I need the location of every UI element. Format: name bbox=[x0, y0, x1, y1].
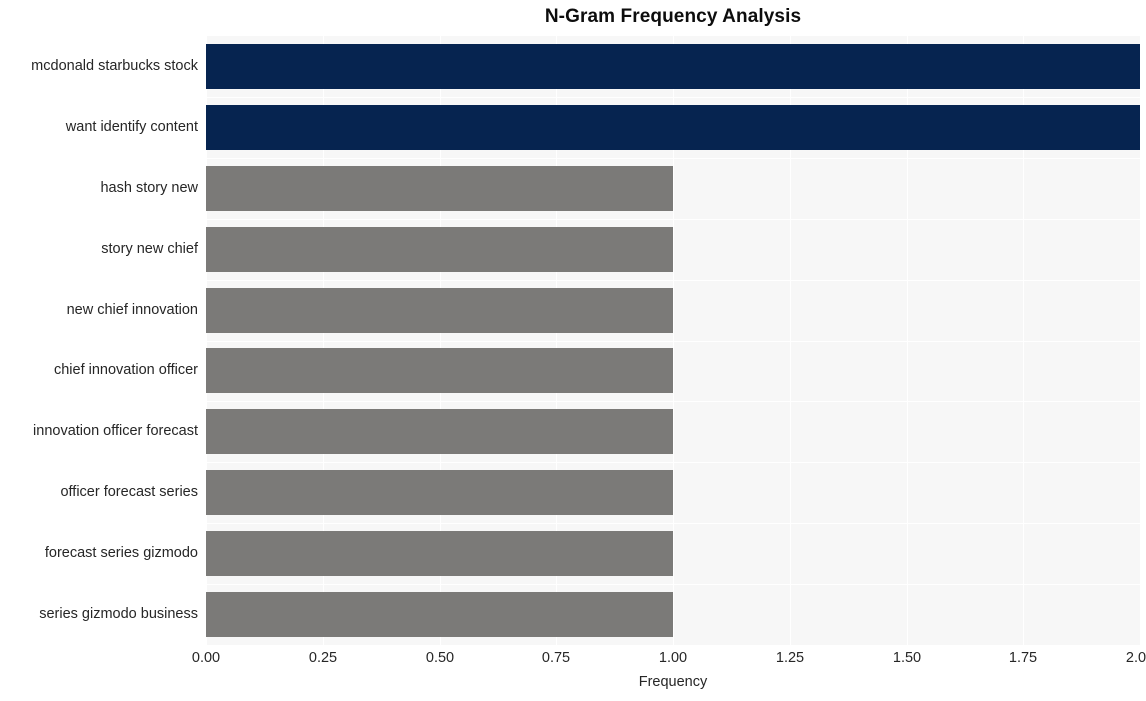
chart-figure: N-Gram Frequency Analysis mcdonald starb… bbox=[0, 0, 1146, 701]
x-axis-tick-label: 0.00 bbox=[191, 650, 221, 666]
bar bbox=[206, 105, 1140, 150]
plot-area bbox=[206, 36, 1140, 645]
gridline-y bbox=[206, 341, 1140, 342]
x-axis-tick-label: 1.00 bbox=[658, 650, 688, 666]
gridline-y bbox=[206, 462, 1140, 463]
y-axis-tick-label: forecast series gizmodo bbox=[44, 545, 198, 561]
bar bbox=[206, 348, 673, 393]
x-axis-tick-label: 0.50 bbox=[425, 650, 455, 666]
chart-title: N-Gram Frequency Analysis bbox=[544, 6, 802, 27]
bar bbox=[206, 531, 673, 576]
x-axis-tick-label: 1.75 bbox=[1008, 650, 1038, 666]
gridline-y bbox=[206, 158, 1140, 159]
x-axis-tick-label: 2.00 bbox=[1125, 650, 1146, 666]
gridline-y bbox=[206, 280, 1140, 281]
gridline-y bbox=[206, 97, 1140, 98]
x-axis-label: Frequency bbox=[638, 674, 708, 690]
y-axis-tick-label: innovation officer forecast bbox=[33, 423, 198, 439]
y-axis-tick-label: story new chief bbox=[101, 241, 198, 257]
y-axis-tick-label: want identify content bbox=[65, 119, 198, 135]
gridline-y bbox=[206, 584, 1140, 585]
x-axis-tick-label: 1.50 bbox=[892, 650, 922, 666]
bar bbox=[206, 470, 673, 515]
y-axis-tick-label: officer forecast series bbox=[60, 484, 198, 500]
gridline-y bbox=[206, 523, 1140, 524]
y-axis-tick-label: mcdonald starbucks stock bbox=[31, 58, 198, 74]
y-axis-tick-label: chief innovation officer bbox=[53, 362, 198, 378]
bar bbox=[206, 227, 673, 272]
x-axis-tick-label: 1.25 bbox=[775, 650, 805, 666]
y-axis-tick-label: new chief innovation bbox=[66, 302, 198, 318]
bar bbox=[206, 166, 673, 211]
y-axis-tick-label: hash story new bbox=[100, 180, 198, 196]
gridline-y bbox=[206, 219, 1140, 220]
x-axis-tick-label: 0.25 bbox=[308, 650, 338, 666]
bar bbox=[206, 592, 673, 637]
bar bbox=[206, 44, 1140, 89]
gridline-y bbox=[206, 401, 1140, 402]
bar bbox=[206, 409, 673, 454]
y-axis-tick-label: series gizmodo business bbox=[39, 606, 198, 622]
bar bbox=[206, 288, 673, 333]
x-axis-tick-label: 0.75 bbox=[541, 650, 571, 666]
